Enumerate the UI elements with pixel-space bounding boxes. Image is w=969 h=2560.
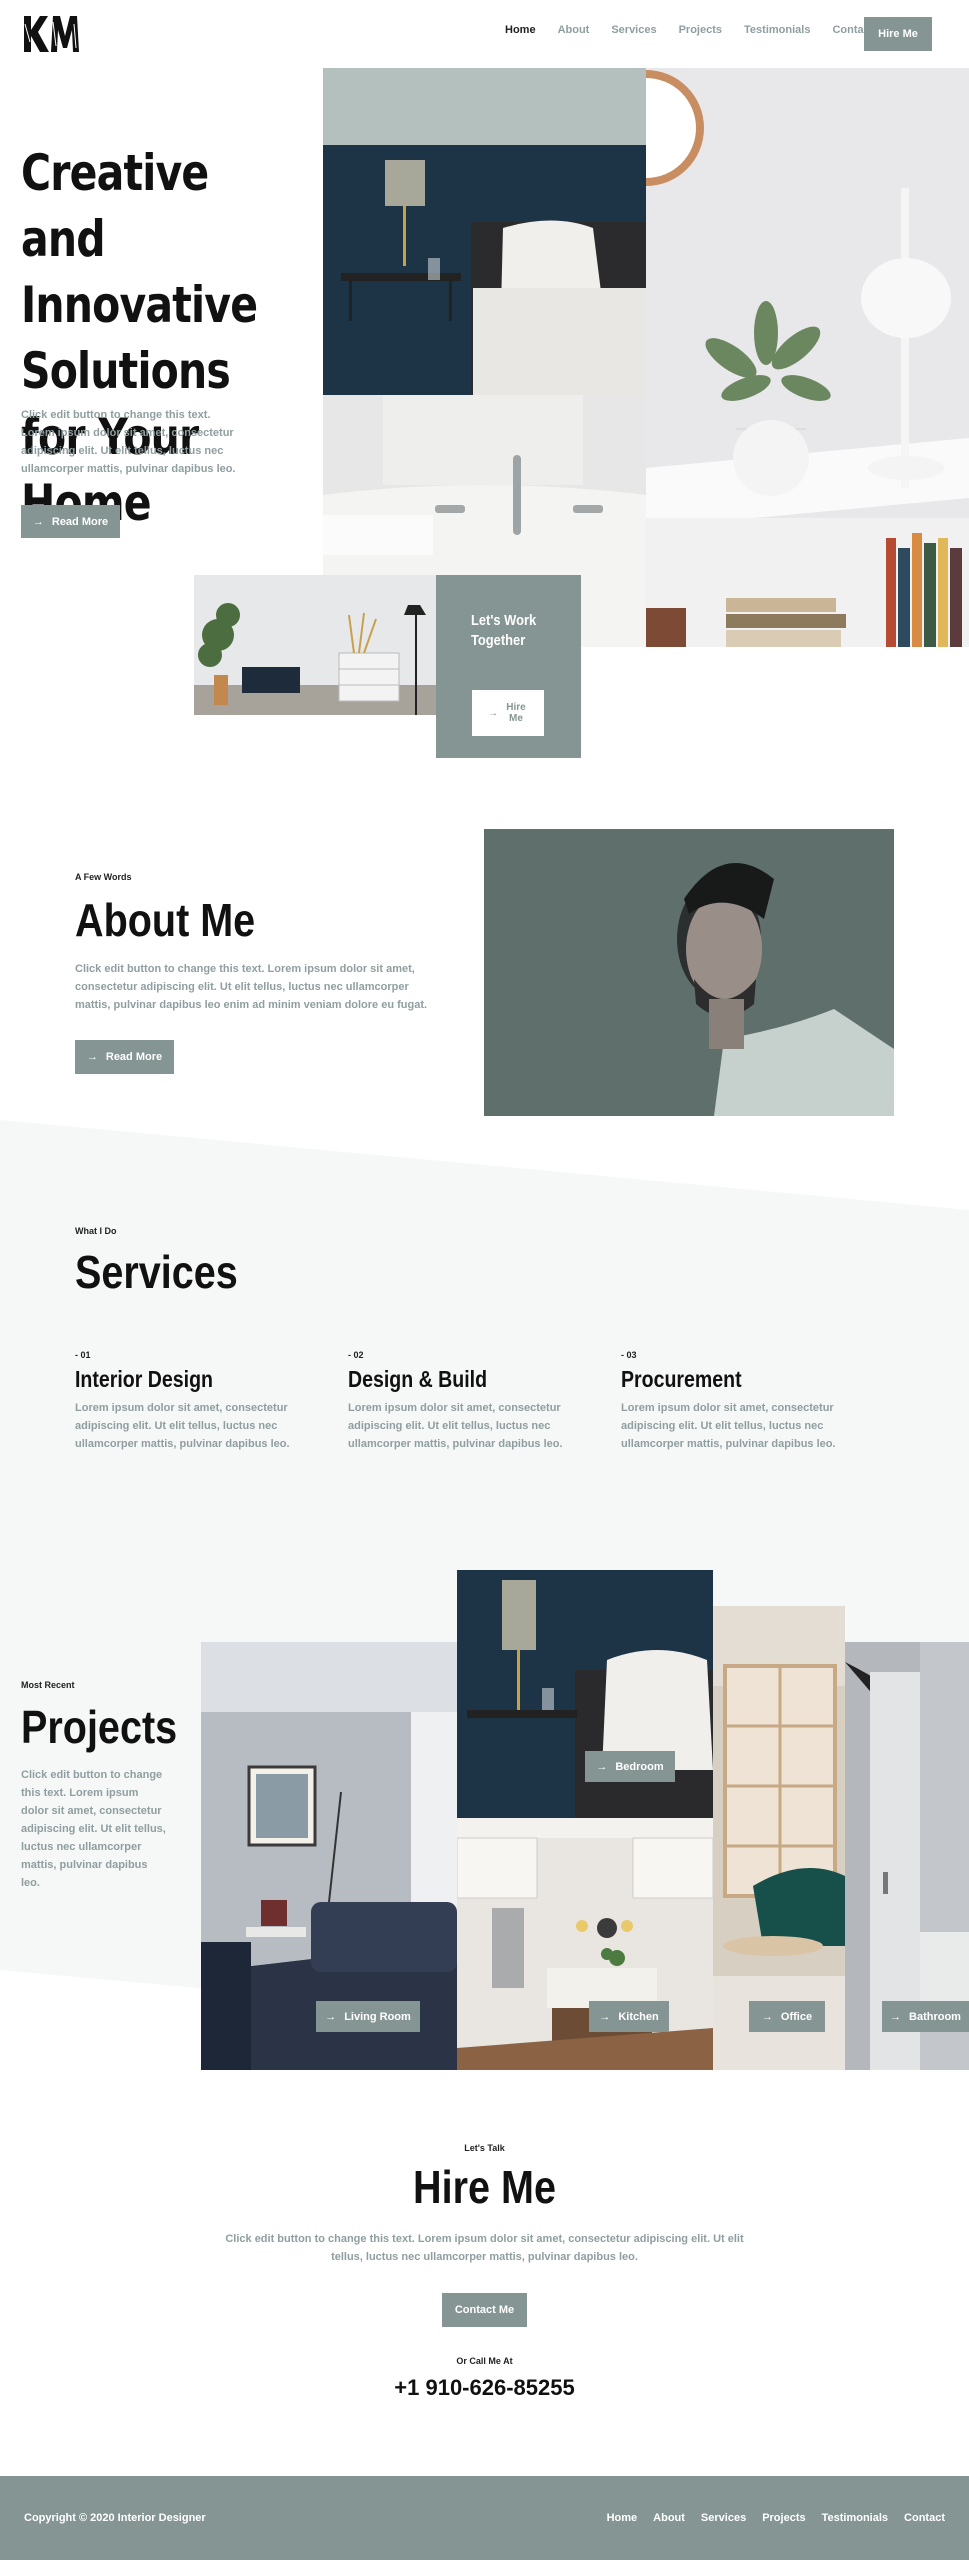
main-nav: Home About Services Projects Testimonial… bbox=[505, 24, 873, 36]
nav-services[interactable]: Services bbox=[611, 24, 656, 36]
project-living-room-label: Living Room bbox=[344, 2010, 411, 2023]
project-office-label: Office bbox=[780, 2010, 813, 2023]
service-title: Interior Design bbox=[75, 1366, 213, 1392]
nav-projects[interactable]: Projects bbox=[679, 24, 722, 36]
site-logo[interactable] bbox=[22, 12, 82, 56]
footer-nav: Home About Services Projects Testimonial… bbox=[607, 2512, 945, 2524]
project-bedroom-button[interactable]: → Bedroom bbox=[585, 1751, 675, 1782]
hero-bedroom-image bbox=[323, 68, 646, 395]
footer-nav-services[interactable]: Services bbox=[701, 2512, 746, 2524]
service-item-design-build: - 02 Design & Build Lorem ipsum dolor si… bbox=[348, 1350, 588, 1453]
arrow-right-icon: → bbox=[86, 1051, 98, 1063]
about-kicker: A Few Words bbox=[75, 872, 132, 882]
arrow-right-icon: → bbox=[761, 2010, 773, 2023]
call-label: Or Call Me At bbox=[456, 2356, 513, 2366]
footer-copyright: Copyright © 2020 Interior Designer bbox=[24, 2512, 206, 2524]
work-hire-me-button[interactable]: → Hire Me bbox=[472, 690, 544, 736]
hire-me-header-button[interactable]: Hire Me bbox=[864, 17, 932, 51]
project-living-room-button[interactable]: → Living Room bbox=[316, 2001, 420, 2032]
work-together-title: Let's Work Together bbox=[471, 612, 537, 649]
site-footer: Copyright © 2020 Interior Designer Home … bbox=[0, 2476, 969, 2560]
services-title: Services bbox=[75, 1246, 238, 1298]
hero-living-small-image bbox=[194, 575, 436, 715]
about-text: Click edit button to change this text. L… bbox=[75, 963, 428, 1011]
hire-text: Click edit button to change this text. L… bbox=[225, 2233, 744, 2263]
projects-title: Projects bbox=[21, 1701, 178, 1753]
phone-number[interactable]: +1 910-626-85255 bbox=[0, 2375, 969, 2401]
footer-nav-home[interactable]: Home bbox=[607, 2512, 638, 2524]
service-title: Procurement bbox=[621, 1366, 742, 1392]
service-text: Lorem ipsum dolor sit amet, consectetur … bbox=[621, 1402, 836, 1450]
project-kitchen-button[interactable]: → Kitchen bbox=[589, 2001, 669, 2032]
project-bathroom-label: Bathroom bbox=[909, 2010, 961, 2023]
nav-home[interactable]: Home bbox=[505, 24, 536, 36]
footer-nav-projects[interactable]: Projects bbox=[762, 2512, 805, 2524]
service-text: Lorem ipsum dolor sit amet, consectetur … bbox=[348, 1402, 563, 1450]
service-number: - 03 bbox=[621, 1350, 637, 1360]
about-portrait-image bbox=[484, 829, 894, 1116]
service-number: - 01 bbox=[75, 1350, 91, 1360]
projects-kicker: Most Recent bbox=[21, 1680, 75, 1690]
projects-text: Click edit button to change this text. L… bbox=[21, 1769, 166, 1889]
footer-nav-contact[interactable]: Contact bbox=[904, 2512, 945, 2524]
work-together-card: Let's Work Together → Hire Me bbox=[436, 575, 581, 758]
hero-shelf-plant-image bbox=[646, 68, 969, 647]
services-kicker: What I Do bbox=[75, 1226, 117, 1236]
arrow-right-icon: → bbox=[488, 707, 498, 719]
service-title: Design & Build bbox=[348, 1366, 488, 1392]
footer-nav-about[interactable]: About bbox=[653, 2512, 685, 2524]
arrow-right-icon: → bbox=[325, 2010, 337, 2023]
hire-title: Hire Me bbox=[413, 2161, 556, 2213]
project-bedroom-label: Bedroom bbox=[615, 1760, 664, 1773]
project-kitchen-image bbox=[457, 1818, 713, 2070]
contact-me-button[interactable]: Contact Me bbox=[442, 2293, 527, 2327]
about-title: About Me bbox=[75, 894, 256, 946]
arrow-right-icon: → bbox=[596, 1760, 608, 1773]
nav-about[interactable]: About bbox=[558, 24, 590, 36]
service-number: - 02 bbox=[348, 1350, 364, 1360]
hire-kicker: Let's Talk bbox=[464, 2143, 505, 2153]
arrow-right-icon: → bbox=[32, 515, 44, 528]
service-text: Lorem ipsum dolor sit amet, consectetur … bbox=[75, 1402, 290, 1450]
hero-read-more-label: Read More bbox=[51, 515, 109, 528]
service-item-procurement: - 03 Procurement Lorem ipsum dolor sit a… bbox=[621, 1350, 861, 1453]
hero-text: Click edit button to change this text. L… bbox=[21, 409, 236, 475]
project-kitchen-label: Kitchen bbox=[618, 2010, 659, 2023]
site-header: Home About Services Projects Testimonial… bbox=[0, 0, 969, 68]
service-item-interior-design: - 01 Interior Design Lorem ipsum dolor s… bbox=[75, 1350, 315, 1453]
project-bathroom-button[interactable]: → Bathroom bbox=[882, 2001, 969, 2032]
work-hire-me-label: Hire Me bbox=[506, 702, 526, 724]
about-read-more-button[interactable]: → Read More bbox=[75, 1040, 174, 1074]
nav-testimonials[interactable]: Testimonials bbox=[744, 24, 810, 36]
footer-nav-testimonials[interactable]: Testimonials bbox=[822, 2512, 888, 2524]
project-office-button[interactable]: → Office bbox=[749, 2001, 825, 2032]
arrow-right-icon: → bbox=[890, 2010, 902, 2023]
hero-read-more-button[interactable]: → Read More bbox=[21, 505, 120, 538]
about-read-more-label: Read More bbox=[105, 1051, 163, 1063]
arrow-right-icon: → bbox=[599, 2010, 611, 2023]
